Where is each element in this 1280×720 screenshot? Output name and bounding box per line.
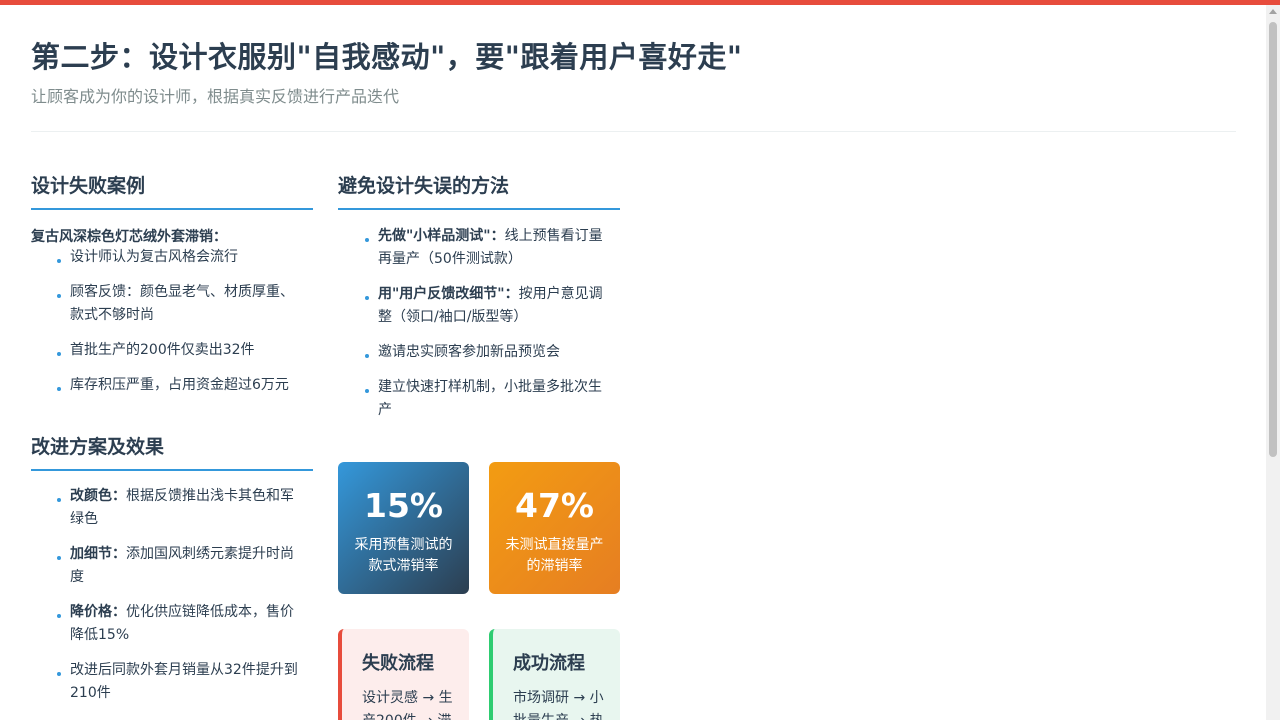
flow-text: 设计灵感 → 生产200件 → 滞销: [362, 690, 453, 720]
list-item: 首批生产的200件仅卖出32件: [57, 339, 298, 362]
failure-case-lead: 复古风深棕色灯芯绒外套滞销：: [31, 229, 227, 245]
list-item-bold: 用"用户反馈改细节"：: [378, 286, 519, 302]
list-item-bold: 改颜色：: [70, 488, 126, 504]
list-item: 加细节：添加国风刺绣元素提升时尚度: [57, 543, 298, 589]
list-item: 设计师认为复古风格会流行: [57, 246, 298, 269]
failure-case-list: 设计师认为复古风格会流行 顾客反馈：颜色显老气、材质厚重、款式不够时尚 首批生产…: [57, 246, 298, 409]
flow-title: 成功流程: [513, 653, 585, 674]
improvements-heading: 改进方案及效果: [31, 432, 313, 471]
stat-label: 采用预售测试的款式滞销率: [354, 537, 453, 574]
scroll-up-arrow-icon[interactable]: [1269, 9, 1277, 14]
page-subtitle: 让顾客成为你的设计师，根据真实反馈进行产品迭代: [31, 87, 400, 106]
flow-text: 市场调研 → 小批量生产 → 热销: [513, 690, 604, 720]
list-item-text: 建立快速打样机制，小批量多批次生产: [378, 379, 602, 418]
improvements-list: 改颜色：根据反馈推出浅卡其色和军绿色 加细节：添加国风刺绣元素提升时尚度 降价格…: [57, 485, 298, 717]
success-flow-card: 成功流程 市场调研 → 小批量生产 → 热销: [489, 629, 620, 720]
stat-label: 未测试直接量产的滞销率: [505, 537, 604, 574]
list-item: 库存积压严重，占用资金超过6万元: [57, 374, 298, 397]
list-item: 邀请忠实顾客参加新品预览会: [365, 341, 606, 364]
list-item-text: 改进后同款外套月销量从32件提升到210件: [70, 662, 298, 701]
list-item: 建立快速打样机制，小批量多批次生产: [365, 376, 606, 422]
list-item: 改进后同款外套月销量从32件提升到210件: [57, 659, 298, 705]
header-divider: [31, 131, 1236, 132]
list-item: 顾客反馈：颜色显老气、材质厚重、款式不够时尚: [57, 281, 298, 327]
failure-cases-heading: 设计失败案例: [31, 171, 313, 210]
page-content: 第二步：设计衣服别"自我感动"，要"跟着用户喜好走" 让顾客成为你的设计师，根据…: [0, 5, 1266, 720]
methods-heading: 避免设计失误的方法: [338, 171, 620, 210]
stat-value: 15%: [364, 486, 443, 525]
methods-list: 先做"小样品测试"：线上预售看订量再量产（50件测试款） 用"用户反馈改细节"：…: [365, 225, 606, 434]
list-item: 先做"小样品测试"：线上预售看订量再量产（50件测试款）: [365, 225, 606, 271]
failure-flow-card: 失败流程 设计灵感 → 生产200件 → 滞销: [338, 629, 469, 720]
list-item-bold: 降价格：: [70, 604, 126, 620]
list-item-bold: 加细节：: [70, 546, 126, 562]
stat-value: 47%: [515, 486, 594, 525]
list-item-bold: 先做"小样品测试"：: [378, 228, 505, 244]
flow-title: 失败流程: [362, 653, 434, 674]
list-item: 降价格：优化供应链降低成本，售价降低15%: [57, 601, 298, 647]
scrollbar-thumb[interactable]: [1269, 22, 1277, 457]
list-item: 改颜色：根据反馈推出浅卡其色和军绿色: [57, 485, 298, 531]
list-item-text: 邀请忠实顾客参加新品预览会: [378, 344, 560, 360]
stat-card-no-test: 47% 未测试直接量产的滞销率: [489, 462, 620, 594]
page-title: 第二步：设计衣服别"自我感动"，要"跟着用户喜好走": [31, 40, 743, 74]
list-item: 用"用户反馈改细节"：按用户意见调整（领口/袖口/版型等）: [365, 283, 606, 329]
stat-card-presale: 15% 采用预售测试的款式滞销率: [338, 462, 469, 594]
